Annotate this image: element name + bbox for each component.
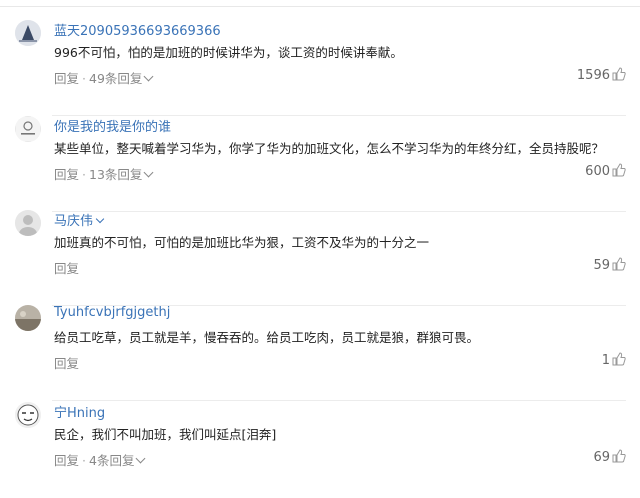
logo-avatar-icon[interactable] <box>15 116 41 142</box>
reply-button[interactable]: 回复 <box>54 71 79 86</box>
view-replies-button[interactable]: 13条回复 <box>89 167 154 182</box>
comment-actions: 回复 · 4条回复 <box>54 450 146 469</box>
username-link[interactable]: 蓝天20905936693669366 <box>54 20 221 39</box>
separator-dot: · <box>82 453 86 468</box>
default-user-avatar-icon[interactable] <box>15 210 41 236</box>
cartoon-face-avatar-icon[interactable] <box>15 402 41 428</box>
reply-button[interactable]: 回复 <box>54 356 79 371</box>
top-divider <box>0 0 640 7</box>
comment-actions: 回复 · 49条回复 <box>54 68 154 87</box>
username-link[interactable]: Tyuhfcvbjrfgjgethj <box>54 305 170 320</box>
replies-count-label: 49条回复 <box>89 71 143 86</box>
chevron-down-icon <box>136 453 146 464</box>
like-count: 59 <box>593 258 610 273</box>
mountain-avatar-icon[interactable] <box>15 20 41 46</box>
comment-text: 某些单位，整天喊着学习华为，你学了华为的加班文化，怎么不学习华为的年终分红，全员… <box>54 141 605 156</box>
username-link[interactable]: 你是我的我是你的谁 <box>54 116 171 135</box>
thumbs-up-icon[interactable] <box>612 67 626 81</box>
thumbs-up-icon[interactable] <box>612 163 626 177</box>
like-count: 69 <box>593 450 610 465</box>
comment-text: 加班真的不可怕，可怕的是加班比华为狠，工资不及华为的十分之一 <box>54 235 430 250</box>
thumbs-up-icon[interactable] <box>612 352 626 366</box>
username-text: 马庆伟 <box>54 214 94 229</box>
thumbs-up-icon[interactable] <box>612 449 626 463</box>
separator-dot: · <box>82 71 86 86</box>
landscape-avatar-icon[interactable] <box>15 305 41 331</box>
chevron-down-icon <box>143 167 154 178</box>
thumbs-up-icon[interactable] <box>612 257 626 271</box>
verified-chevron-icon <box>95 214 105 224</box>
comment-divider <box>52 400 626 401</box>
comment-text: 996不可怕，怕的是加班的时候讲华为，谈工资的时候讲奉献。 <box>54 45 403 60</box>
chevron-down-icon <box>143 71 154 82</box>
comment-text: 民企，我们不叫加班，我们叫延点[泪奔] <box>54 427 277 442</box>
comment-item: 蓝天20905936693669366 996不可怕，怕的是加班的时候讲华为，谈… <box>0 20 640 116</box>
comment-item: 你是我的我是你的谁 某些单位，整天喊着学习华为，你学了华为的加班文化，怎么不学习… <box>0 116 640 212</box>
replies-count-label: 13条回复 <box>89 167 143 182</box>
comment-actions: 回复 <box>54 258 79 277</box>
separator-dot: · <box>82 167 86 182</box>
comment-item: Tyuhfcvbjrfgjgethj 给员工吃草，员工就是羊，慢吞吞的。给员工吃… <box>0 305 640 401</box>
comment-item: 马庆伟 加班真的不可怕，可怕的是加班比华为狠，工资不及华为的十分之一 回复 59 <box>0 210 640 306</box>
view-replies-button[interactable]: 4条回复 <box>89 453 146 468</box>
reply-button[interactable]: 回复 <box>54 167 79 182</box>
replies-count-label: 4条回复 <box>89 453 135 468</box>
like-count: 600 <box>585 164 610 179</box>
reply-button[interactable]: 回复 <box>54 453 79 468</box>
username-link[interactable]: 宁Hning <box>54 402 105 421</box>
username-link[interactable]: 马庆伟 <box>54 210 105 229</box>
comment-text: 给员工吃草，员工就是羊，慢吞吞的。给员工吃肉，员工就是狼，群狼可畏。 <box>54 330 480 345</box>
like-count: 1 <box>601 353 610 368</box>
view-replies-button[interactable]: 49条回复 <box>89 71 154 86</box>
comment-actions: 回复 <box>54 353 79 372</box>
like-count: 1596 <box>576 68 610 83</box>
reply-button[interactable]: 回复 <box>54 261 79 276</box>
comment-actions: 回复 · 13条回复 <box>54 164 154 183</box>
comment-item: 宁Hning 民企，我们不叫加班，我们叫延点[泪奔] 回复 · 4条回复 69 <box>0 402 640 498</box>
